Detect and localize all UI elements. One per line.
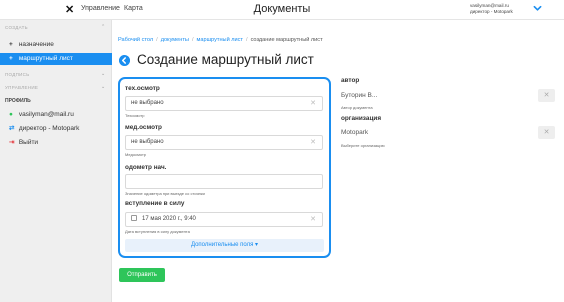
field-help: Техосмотр <box>125 113 145 118</box>
author-select[interactable]: Буторин В... ✕ <box>341 88 556 103</box>
additional-fields-toggle[interactable]: Дополнительные поля ▾ <box>125 239 324 252</box>
field-help: Дата вступления в силу документа <box>125 229 190 234</box>
field-label-med-inspection: мед.осмотр <box>125 124 162 131</box>
plus-icon: + <box>9 41 13 48</box>
clear-icon[interactable]: ✕ <box>310 136 316 149</box>
field-help: Значение одометра при выезде со стоянки <box>125 191 205 196</box>
organization-select[interactable]: Motopark ✕ <box>341 125 556 140</box>
field-label-tech-inspection: тех.осмотр <box>125 85 160 92</box>
user-menu[interactable]: vasilyman@mail.ru директор - Motopark <box>470 3 513 15</box>
field-label-odometer: одометр нач. <box>125 164 167 171</box>
sidebar-item-label: Выйти <box>18 139 39 146</box>
sidebar-item-label: маршрутный лист <box>18 55 73 62</box>
breadcrumb-separator: / <box>191 37 194 43</box>
tech-inspection-select[interactable]: не выбрано ✕ <box>125 96 323 111</box>
chevron-down-icon: ⌄ <box>101 71 106 77</box>
nav-link-management[interactable]: Управление <box>81 5 120 12</box>
logout-icon: ⇥ <box>9 139 15 146</box>
field-help: Медосмотр <box>125 152 147 157</box>
main-content: Рабочий стол / документы / маршрутный лист / с… <box>112 20 564 302</box>
breadcrumb-current: создание маршрутный лист <box>250 37 323 43</box>
field-label-author: автор <box>341 77 360 84</box>
select-value: Буторин В... <box>341 92 378 99</box>
sidebar-item-assignment[interactable]: + назначение <box>0 39 112 51</box>
chevron-down-icon: ⌄ <box>101 84 106 90</box>
caret-down-icon: ▾ <box>255 242 259 248</box>
breadcrumb-separator: / <box>246 37 248 43</box>
nav-link-map[interactable]: Карта <box>124 5 143 12</box>
breadcrumb: Рабочий стол / документы / маршрутный лист / с… <box>118 37 323 43</box>
field-help: Автор документа <box>341 105 373 110</box>
sidebar-section-sign[interactable]: ПОДПИСЬ ⌄ <box>5 71 109 77</box>
user-role: директор - Motopark <box>470 9 513 14</box>
submit-button[interactable]: Отправить <box>119 268 165 282</box>
select-value: Motopark <box>341 129 369 136</box>
calendar-icon <box>131 215 137 221</box>
clear-icon[interactable]: ✕ <box>538 126 555 139</box>
clear-icon[interactable]: ✕ <box>310 97 316 110</box>
field-help: Выберите организацию <box>341 143 385 148</box>
breadcrumb-link-documents[interactable]: документы <box>161 37 189 43</box>
sidebar-item-user-email[interactable]: ● vasilyman@mail.ru <box>0 109 112 121</box>
sidebar: СОЗДАТЬ ⌃ + назначение + маршрутный лист… <box>0 20 112 302</box>
sidebar-item-role-switch[interactable]: ⇄ директор - Motopark <box>0 123 112 135</box>
date-value: 17 мая 2020 г., 9:40 <box>142 216 196 222</box>
sidebar-section-create[interactable]: СОЗДАТЬ ⌃ <box>5 24 109 30</box>
additional-fields-label: Дополнительные поля <box>190 242 254 248</box>
chevron-up-icon: ⌃ <box>101 24 106 30</box>
page-title: Создание маршрутный лист <box>137 52 314 67</box>
close-icon[interactable]: ✕ <box>65 3 74 17</box>
switch-icon: ⇄ <box>9 125 15 132</box>
chevron-down-icon[interactable] <box>533 4 542 13</box>
back-arrow-icon[interactable] <box>119 55 130 66</box>
sidebar-item-logout[interactable]: ⇥ Выйти <box>0 137 112 149</box>
odometer-input[interactable] <box>125 174 323 189</box>
sidebar-section-manage[interactable]: УПРАВЛЕНИЕ ⌄ <box>5 84 109 90</box>
top-bar: ✕ Управление Карта Документы vasilyman@m… <box>0 0 564 20</box>
clear-icon[interactable]: ✕ <box>538 89 555 102</box>
sidebar-item-label: vasilyman@mail.ru <box>18 111 74 118</box>
breadcrumb-link-route-sheet[interactable]: маршрутный лист <box>197 37 244 43</box>
select-value: не выбрано <box>131 100 164 106</box>
sidebar-item-label: назначение <box>18 41 54 48</box>
breadcrumb-separator: / <box>156 37 158 43</box>
field-label-organization: организация <box>341 115 382 122</box>
route-sheet-form: тех.осмотр не выбрано ✕ Техосмотр мед.ос… <box>118 77 331 258</box>
user-icon: ● <box>9 111 13 118</box>
profile-heading: ПРОФИЛЬ <box>5 98 31 104</box>
field-label-effective-date: вступление в силу <box>125 200 185 207</box>
sidebar-item-label: директор - Motopark <box>18 125 80 132</box>
select-value: не выбрано <box>131 139 164 145</box>
med-inspection-select[interactable]: не выбрано ✕ <box>125 135 323 150</box>
plus-icon: + <box>9 55 13 62</box>
clear-icon[interactable]: ✕ <box>310 213 316 226</box>
effective-date-picker[interactable]: 17 мая 2020 г., 9:40 ✕ <box>125 212 323 227</box>
breadcrumb-link-desktop[interactable]: Рабочий стол <box>118 37 153 43</box>
sidebar-item-route-sheet[interactable]: + маршрутный лист <box>0 53 112 65</box>
